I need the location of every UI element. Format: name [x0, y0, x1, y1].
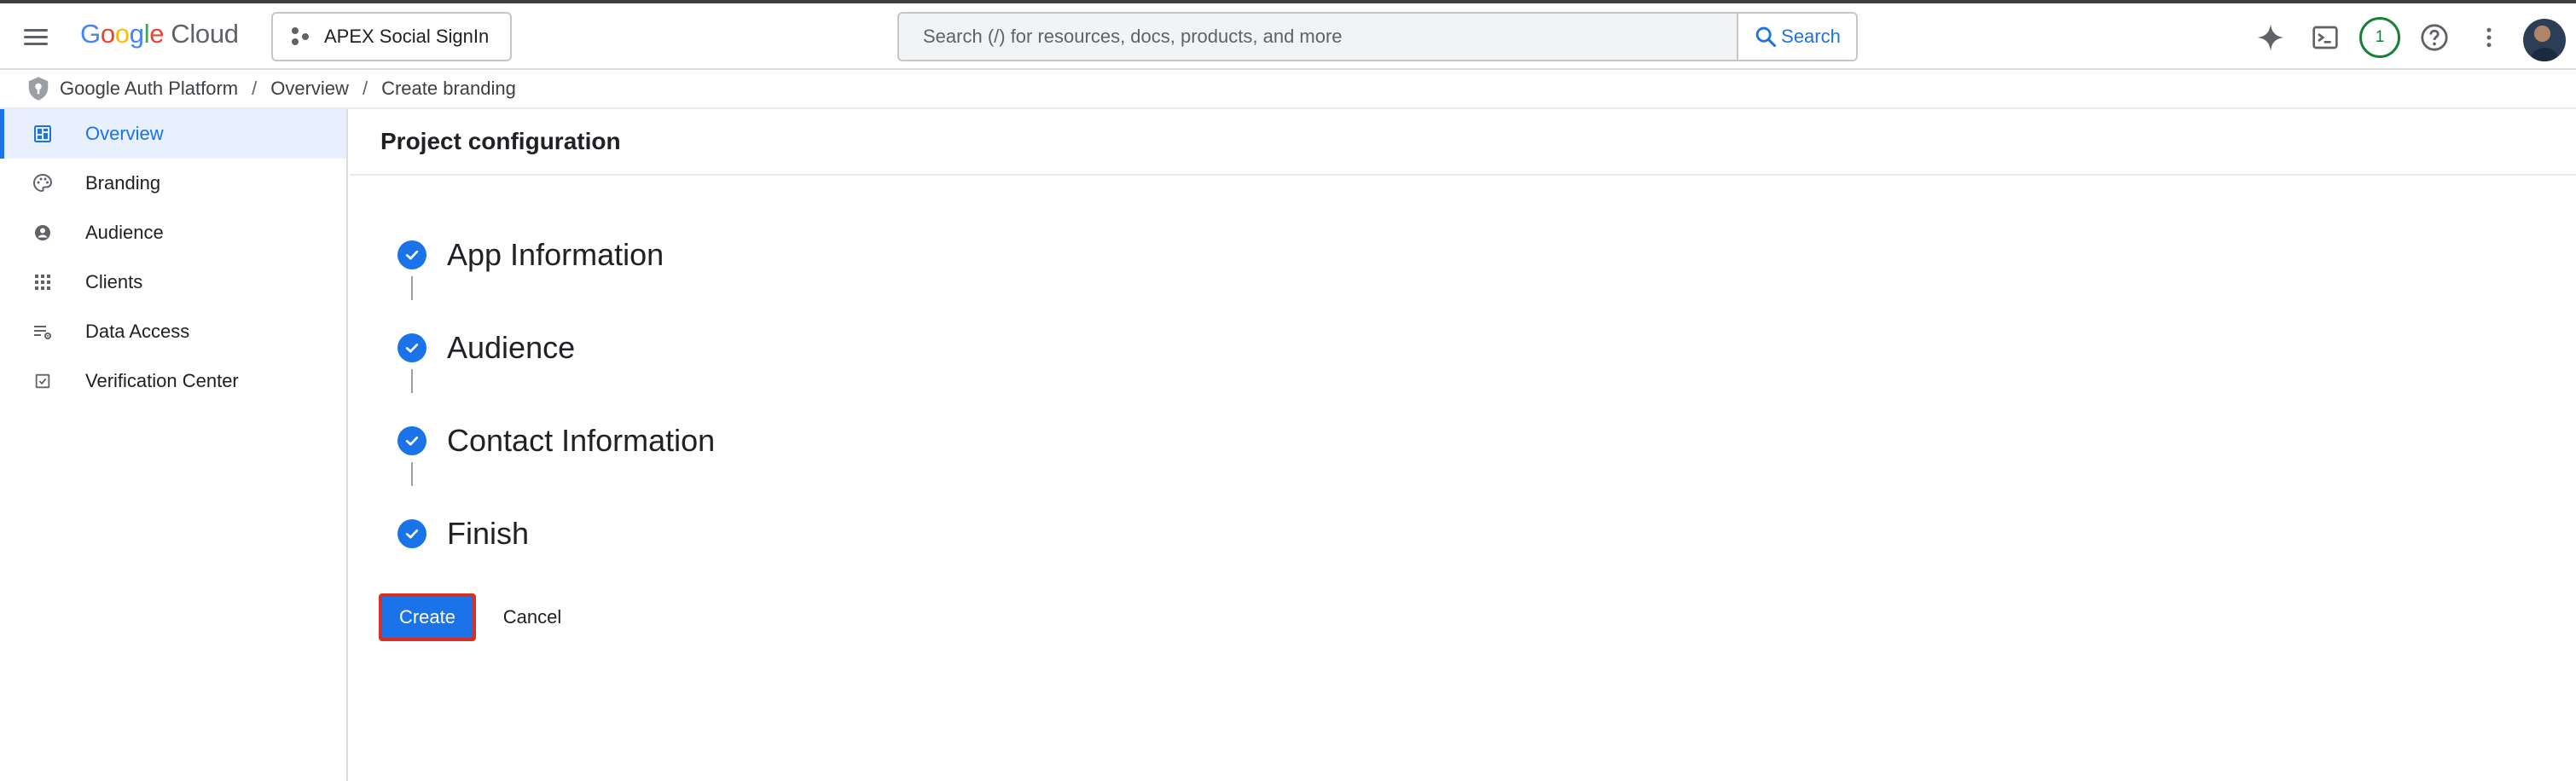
- account-avatar[interactable]: [2523, 19, 2566, 61]
- cancel-button[interactable]: Cancel: [488, 593, 577, 641]
- step-label: Audience: [447, 330, 576, 365]
- step-audience: Audience: [397, 330, 575, 366]
- notification-count-badge: 1: [2359, 17, 2400, 58]
- sidebar-item-overview[interactable]: Overview: [0, 109, 346, 159]
- breadcrumb-auth-platform[interactable]: Google Auth Platform: [60, 78, 238, 100]
- breadcrumb: Google Auth Platform / Overview / Create…: [27, 73, 516, 104]
- sidebar-item-audience[interactable]: Audience: [0, 208, 346, 257]
- sidebar-item-clients[interactable]: Clients: [0, 257, 346, 307]
- step-app-information: App Information: [397, 237, 664, 273]
- sidebar-item-label: Branding: [85, 172, 161, 194]
- breadcrumb-separator: /: [362, 78, 368, 99]
- sidebar-item-label: Data Access: [85, 321, 190, 342]
- check-circle-icon: [397, 519, 426, 548]
- breadcrumb-divider: [0, 107, 2576, 109]
- search-icon: [1755, 26, 1777, 48]
- gemini-spark-icon[interactable]: [2250, 17, 2291, 58]
- sidebar-item-label: Audience: [85, 222, 164, 243]
- step-connector: [411, 369, 413, 393]
- top-header: GoogleCloud APEX Social SignIn Search 1: [0, 3, 2576, 70]
- apps-grid-icon: [31, 270, 55, 294]
- sidebar-item-verification-center[interactable]: Verification Center: [0, 356, 346, 406]
- breadcrumb-create-branding: Create branding: [381, 78, 516, 99]
- step-connector: [411, 462, 413, 486]
- check-circle-icon: [397, 426, 426, 455]
- step-label: Contact Information: [447, 423, 716, 458]
- menu-icon[interactable]: [19, 20, 51, 53]
- step-label: App Information: [447, 237, 664, 272]
- step-label: Finish: [447, 516, 530, 551]
- auth-platform-shield-icon: [28, 77, 49, 101]
- checkbox-icon: [31, 369, 55, 393]
- search-button[interactable]: Search: [1737, 14, 1856, 60]
- sidebar-item-label: Verification Center: [85, 370, 239, 391]
- sidebar: Overview Branding Audience Clients Data …: [0, 109, 348, 781]
- sidebar-item-branding[interactable]: Branding: [0, 159, 346, 208]
- sidebar-item-label: Clients: [85, 271, 143, 292]
- breadcrumb-separator: /: [252, 78, 258, 99]
- sidebar-item-label: Overview: [85, 123, 164, 144]
- step-connector: [411, 276, 413, 300]
- page-title: Project configuration: [380, 128, 621, 154]
- sidebar-item-data-access[interactable]: Data Access: [0, 307, 346, 356]
- project-name: APEX Social SignIn: [324, 26, 490, 47]
- help-icon[interactable]: [2414, 17, 2455, 58]
- step-finish: Finish: [397, 516, 529, 552]
- cloud-shell-icon[interactable]: [2305, 17, 2346, 58]
- search-input[interactable]: [899, 14, 1737, 60]
- project-dots-icon: [292, 27, 310, 46]
- search-button-label: Search: [1781, 26, 1841, 47]
- create-button[interactable]: Create: [379, 593, 476, 641]
- google-cloud-logo[interactable]: Google Cloud: [80, 19, 239, 49]
- check-circle-icon: [397, 240, 426, 269]
- title-divider: [350, 174, 2576, 176]
- palette-icon: [31, 171, 55, 195]
- step-contact-information: Contact Information: [397, 423, 715, 459]
- account-circle-icon: [31, 221, 55, 245]
- more-vert-icon[interactable]: [2469, 17, 2509, 58]
- breadcrumb-overview[interactable]: Overview: [270, 78, 349, 100]
- dashboard-icon: [31, 122, 55, 146]
- search-bar: Search: [897, 12, 1858, 61]
- notifications-button[interactable]: 1: [2359, 17, 2400, 58]
- check-circle-icon: [397, 333, 426, 362]
- list-settings-icon: [31, 320, 55, 344]
- project-picker-button[interactable]: APEX Social SignIn: [271, 12, 512, 61]
